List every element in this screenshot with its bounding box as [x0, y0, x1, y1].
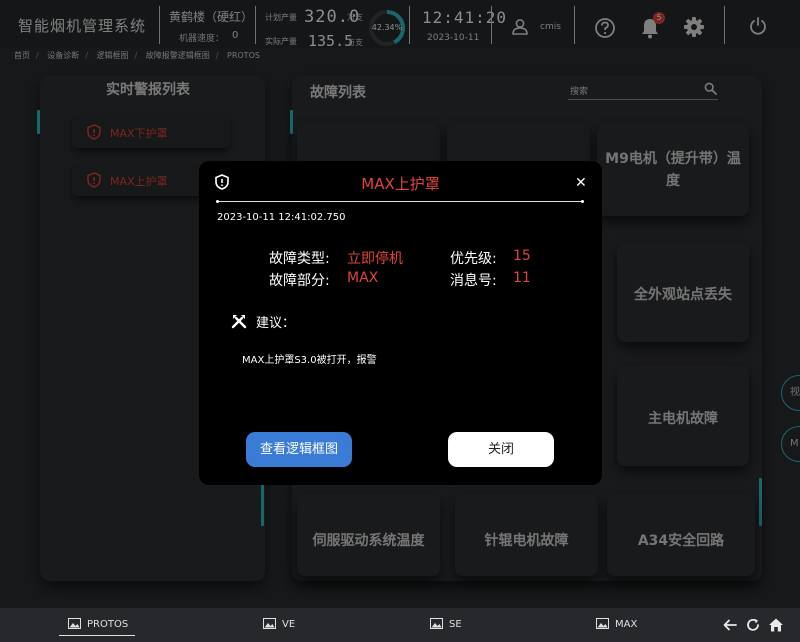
close-icon[interactable]: ✕ [575, 175, 587, 191]
fault-part-value: MAX [347, 270, 379, 286]
home-icon[interactable] [768, 617, 784, 633]
divider-dot [216, 200, 219, 203]
tab-label: MAX [615, 619, 638, 630]
view-logic-diagram-button[interactable]: 查看逻辑框图 [246, 432, 352, 467]
message-no-value: 11 [513, 270, 531, 286]
image-icon [430, 618, 443, 629]
tools-icon [231, 315, 247, 329]
alarm-detail-dialog: MAX上护罩 ✕ 2023-10-11 12:41:02.750 故障类型: 立… [199, 161, 602, 485]
tab-label: SE [449, 619, 462, 630]
fault-type-label: 故障类型: [269, 251, 330, 267]
image-icon [68, 618, 81, 629]
tab-max[interactable]: MAX [596, 618, 637, 630]
priority-value: 15 [513, 248, 531, 264]
tab-protos[interactable]: PROTOS [68, 618, 128, 630]
refresh-icon[interactable] [745, 617, 761, 633]
priority-label: 优先级: [450, 251, 497, 267]
dialog-title: MAX上护罩 [361, 175, 440, 193]
active-tab-indicator [59, 635, 135, 636]
tab-se[interactable]: SE [430, 618, 462, 630]
fault-type-value: 立即停机 [347, 251, 403, 267]
image-icon [263, 618, 276, 629]
tab-ve[interactable]: VE [263, 618, 295, 630]
message-no-label: 消息号: [450, 273, 497, 289]
alarm-timestamp: 2023-10-11 12:41:02.750 [217, 212, 346, 223]
advice-text: MAX上护罩S3.0被打开，报警 [242, 355, 377, 366]
fault-part-label: 故障部分: [269, 273, 330, 289]
image-icon [596, 618, 609, 629]
dialog-divider [217, 201, 583, 202]
close-button[interactable]: 关闭 [448, 432, 554, 467]
advice-label: 建议： [256, 316, 296, 331]
back-arrow-icon[interactable] [722, 617, 738, 633]
divider-dot [581, 200, 584, 203]
tab-label: PROTOS [87, 619, 129, 630]
tab-label: VE [282, 619, 296, 630]
